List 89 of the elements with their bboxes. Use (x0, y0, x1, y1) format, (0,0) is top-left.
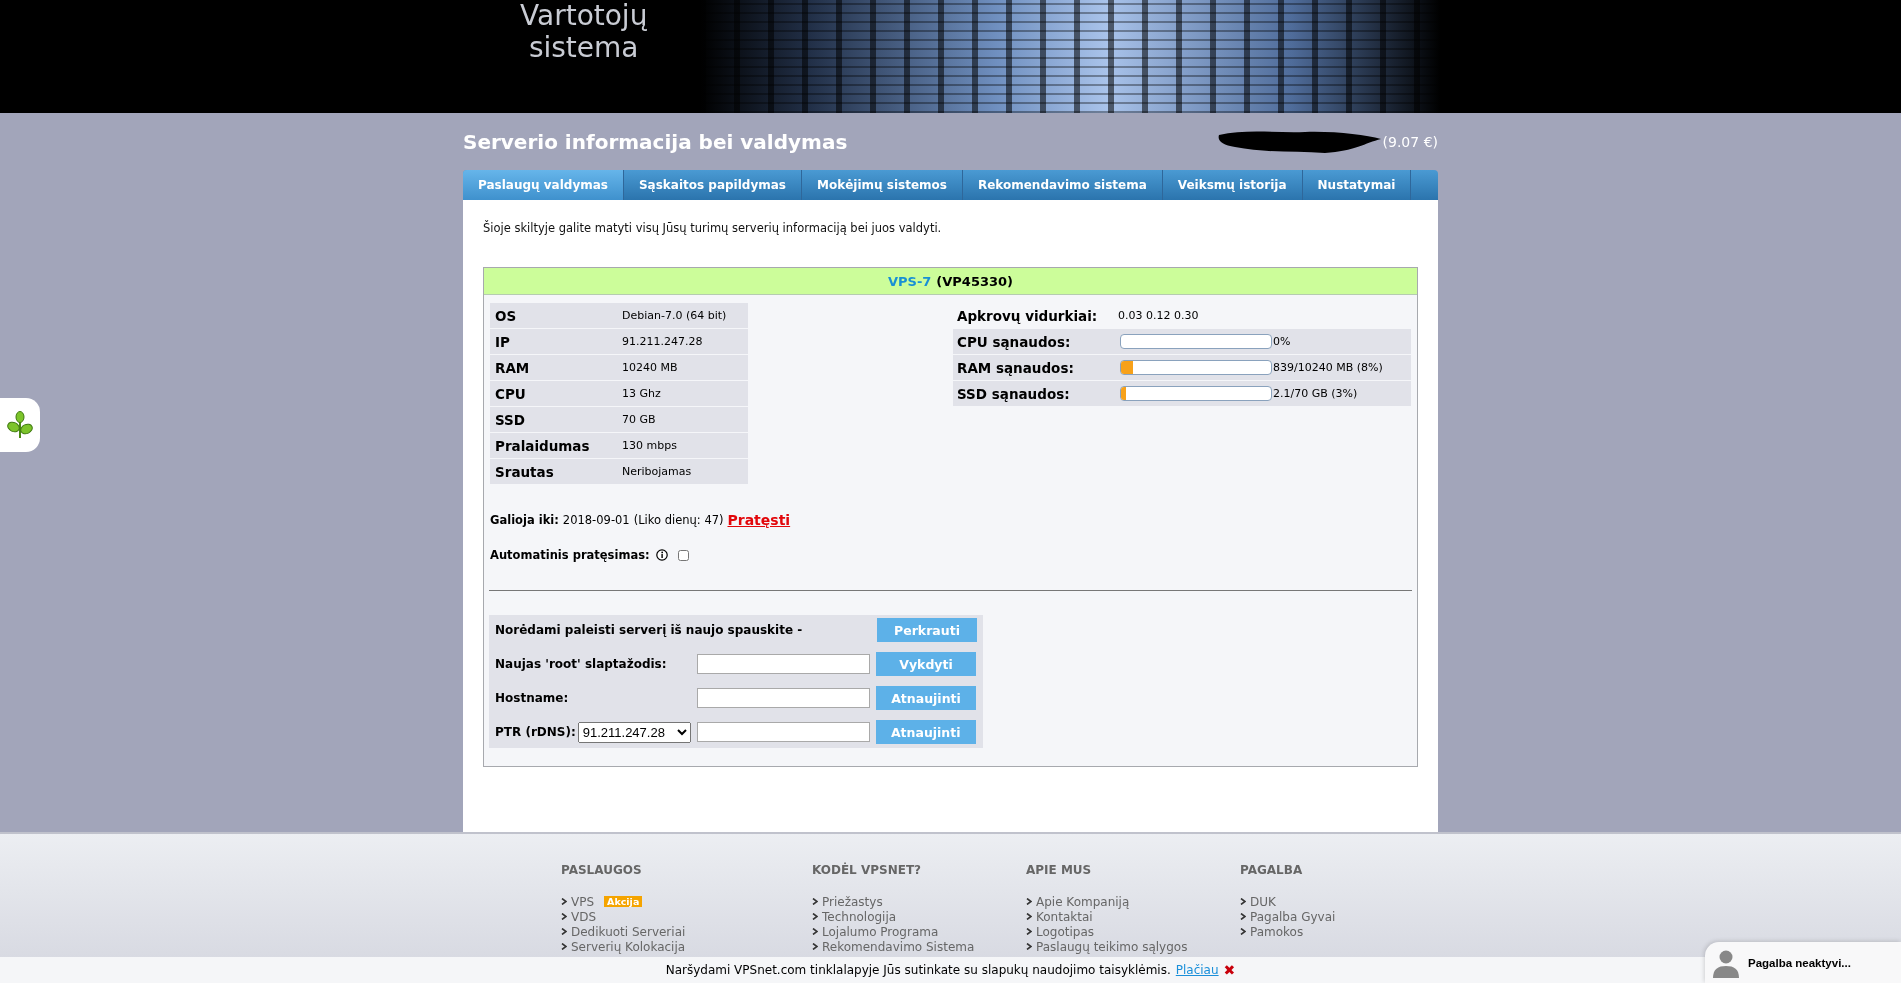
spec-value: 70 GB (622, 407, 748, 432)
footer-link[interactable]: VDS (571, 909, 597, 924)
chevron-icon (561, 913, 567, 920)
spec-value: 13 Ghz (622, 381, 748, 406)
spec-value: Neribojamas (622, 459, 748, 484)
action-label: Naujas 'root' slaptažodis: (495, 657, 668, 671)
footer-link[interactable]: DUK (1250, 894, 1276, 909)
spec-value: 130 mbps (622, 433, 748, 458)
expiry-label: Galioja iki: (490, 513, 559, 527)
usage-reading: 2.1/70 GB (3%) (1273, 381, 1411, 406)
chevron-icon (1026, 943, 1032, 950)
chevron-icon (812, 898, 818, 905)
usage-reading: 839/10240 MB (8%) (1273, 355, 1411, 380)
footer-link[interactable]: Apie Kompaniją (1036, 894, 1130, 909)
footer-heading: APIE MUS (1026, 863, 1093, 877)
ip-select[interactable]: 91.211.247.28 (577, 721, 691, 743)
spec-label: IP (490, 329, 622, 354)
chevron-icon (1240, 928, 1246, 935)
expiry-date: 2018-09-01 (562, 513, 630, 527)
logo-text: sistema (527, 32, 640, 64)
cookie-notice-text: Naršydami VPSnet.com tinklalapyje Jūs sutinkate su slapukų naudojimo taisyklėmis. (665, 963, 1171, 977)
intro-text: Šioje skiltyje galite matyti visų Jūsų turimų serverių informaciją bei juos valdyti. (483, 221, 943, 235)
spec-value: 10240 MB (622, 355, 748, 380)
spec-label: OS (490, 303, 622, 328)
action-label: Norėdami paleisti serverį iš naujo spauskite - (495, 623, 804, 637)
footer-heading: PASLAUGOS (561, 863, 643, 877)
spec-value: 91.211.247.28 (622, 329, 748, 354)
chevron-icon (1026, 898, 1032, 905)
usage-label: CPU sąnaudos: (953, 329, 1118, 354)
footer-link[interactable]: Logotipas (1036, 924, 1095, 939)
action-button[interactable]: Perkrauti (877, 618, 977, 642)
leaf-icon[interactable] (7, 411, 33, 439)
chevron-icon (1240, 913, 1246, 920)
usage-reading: 0% (1273, 329, 1411, 354)
action-button[interactable]: Vykdyti (876, 652, 976, 676)
page-title: Serverio informacija bei valdymas (463, 129, 848, 154)
days-remaining: (Liko dienų: 47) (633, 513, 724, 527)
footer-link[interactable]: Paslaugų teikimo sąlygos (1036, 939, 1188, 954)
footer-link[interactable]: Lojalumo Programa (822, 924, 939, 939)
nav-tab[interactable]: Paslaugų valdymas (463, 170, 624, 200)
chevron-icon (561, 943, 567, 950)
footer-link[interactable]: Priežastys (822, 894, 883, 909)
footer-link[interactable]: Technologija (822, 909, 897, 924)
footer-link[interactable]: Rekomendavimo Sistema (822, 939, 975, 954)
chevron-icon (561, 928, 567, 935)
logo-text: Vartotojų (520, 0, 648, 32)
close-icon[interactable]: ✖ (1223, 962, 1236, 978)
chevron-icon (1026, 928, 1032, 935)
action-label: PTR (rDNS): (495, 725, 576, 739)
spec-value: Debian-7.0 (64 bit) (622, 303, 748, 328)
more-info-link[interactable]: Plačiau (1175, 963, 1219, 977)
action-button[interactable]: Atnaujinti (876, 686, 976, 710)
spec-label: Pralaidumas (490, 433, 622, 458)
usage-label: RAM sąnaudos: (953, 355, 1118, 380)
usage-label: SSD sąnaudos: (953, 381, 1118, 406)
server-name: VPS-7 (887, 273, 932, 289)
footer-link[interactable]: VPS (571, 894, 595, 909)
chevron-icon (561, 898, 567, 905)
usage-label: Apkrovų vidurkiai: (956, 306, 1099, 326)
auto-renew-checkbox[interactable] (677, 549, 689, 561)
auto-renew-label: Automatinis pratęsimas: (490, 548, 650, 562)
chevron-icon (812, 928, 818, 935)
info-icon[interactable] (655, 549, 668, 561)
promo-badge: Akcija (604, 896, 643, 907)
spec-label: CPU (490, 381, 622, 406)
chevron-icon (1240, 898, 1246, 905)
renew-link[interactable]: Pratęsti (727, 512, 791, 528)
text-input-field[interactable] (697, 688, 870, 708)
footer-link[interactable]: Pamokos (1250, 924, 1304, 939)
server-code: (VP45330) (936, 273, 1014, 289)
chevron-icon (1026, 913, 1032, 920)
footer-link[interactable]: Dedikuoti Serveriai (571, 924, 686, 939)
footer-link[interactable]: Serverių Kolokacija (571, 939, 686, 954)
spec-label: RAM (490, 355, 622, 380)
text-input-field[interactable] (697, 654, 870, 674)
spec-label: Srautas (490, 459, 622, 484)
footer-heading: PAGALBA (1240, 863, 1304, 877)
action-button[interactable]: Atnaujinti (875, 720, 976, 744)
footer-link[interactable]: Kontaktai (1036, 909, 1093, 924)
usage-reading: 0.03 0.12 0.30 (1118, 308, 1200, 324)
footer-link[interactable]: Pagalba Gyvai (1250, 909, 1336, 924)
chat-status[interactable]: Pagalba neaktyvi... (1748, 956, 1851, 969)
account-balance: (9.07 €) (1382, 133, 1438, 150)
footer-heading: KODĖL VPSNET? (812, 863, 923, 877)
action-label: Hostname: (495, 691, 570, 705)
spec-label: SSD (490, 407, 622, 432)
chevron-icon (812, 943, 818, 950)
chevron-icon (812, 913, 818, 920)
text-input-field[interactable] (696, 722, 870, 742)
